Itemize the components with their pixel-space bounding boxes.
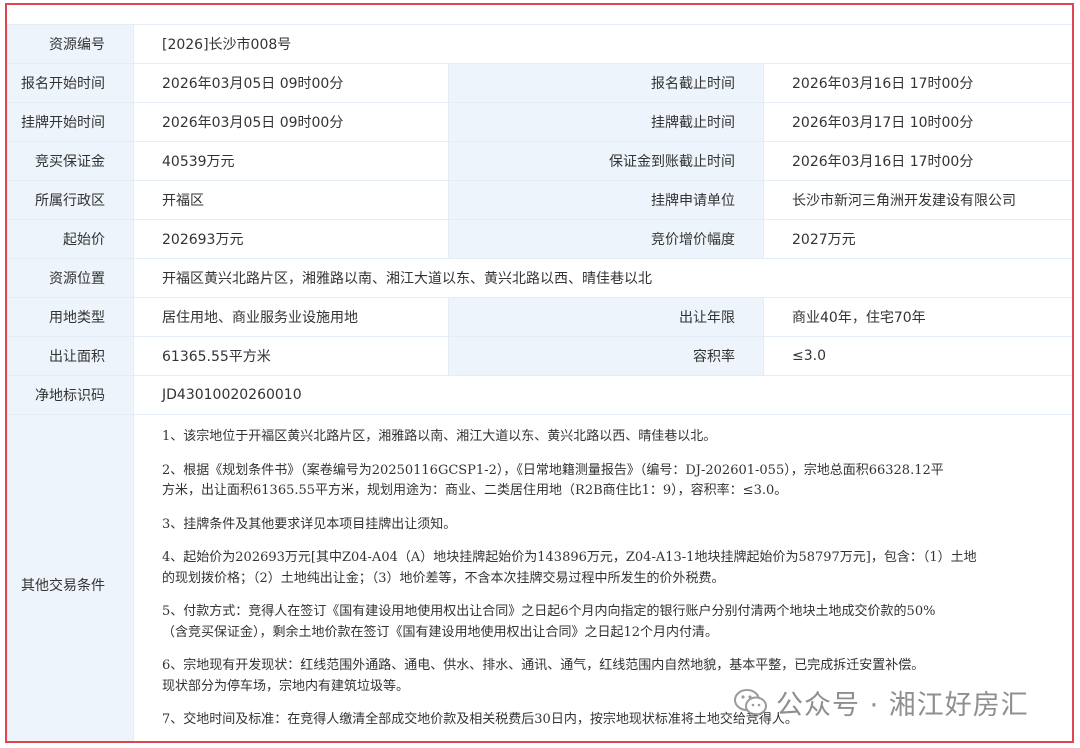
value-term: 商业40年，住宅70年: [762, 297, 1072, 337]
label-land-type: 用地类型: [7, 297, 134, 337]
conditions-list: 1、该宗地位于开福区黄兴北路片区，湘雅路以南、湘江大道以东、黄兴北路以西、晴佳巷…: [132, 414, 1072, 741]
label-district: 所属行政区: [7, 180, 134, 220]
label-other-conditions: 其他交易条件: [7, 414, 134, 741]
label-area: 出让面积: [7, 336, 134, 376]
row-location: 资源位置 开福区黄兴北路片区，湘雅路以南、湘江大道以东、黄兴北路以西、晴佳巷以北: [7, 258, 1072, 298]
condition-item: 6、宗地现有开发现状：红线范围外通路、通电、供水、排水、通讯、通气，红线范围内自…: [162, 658, 925, 694]
value-district: 开福区: [133, 180, 449, 220]
value-list-end: 2026年03月17日 10时00分: [762, 102, 1072, 142]
label-increment: 竞价增价幅度: [448, 219, 764, 259]
label-land-id: 净地标识码: [7, 375, 134, 415]
label-deposit: 竞买保证金: [7, 141, 134, 181]
label-resource-no: 资源编号: [7, 24, 134, 64]
value-location: 开福区黄兴北路片区，湘雅路以南、湘江大道以东、黄兴北路以西、晴佳巷以北: [132, 258, 1072, 298]
value-reg-start: 2026年03月05日 09时00分: [133, 63, 449, 103]
row-land-id: 净地标识码 JD43010020260010: [7, 375, 1072, 415]
condition-item: 3、挂牌条件及其他要求详见本项目挂牌出让须知。: [162, 516, 457, 532]
value-deposit-deadline: 2026年03月16日 17时00分: [762, 141, 1072, 181]
value-land-type: 居住用地、商业服务业设施用地: [133, 297, 449, 337]
label-location: 资源位置: [7, 258, 134, 298]
condition-item: 7、交地时间及标准：在竞得人缴清全部成交地价款及相关税费后30日内，按宗地现状标…: [162, 712, 798, 727]
row-area: 出让面积 61365.55平方米 容积率 ≤3.0: [7, 336, 1072, 376]
value-increment: 2027万元: [762, 219, 1072, 259]
label-far: 容积率: [448, 336, 764, 376]
value-area: 61365.55平方米: [133, 336, 449, 376]
value-far: ≤3.0: [762, 336, 1072, 376]
value-list-start: 2026年03月05日 09时00分: [133, 102, 449, 142]
row-price: 起始价 202693万元 竞价增价幅度 2027万元: [7, 219, 1072, 259]
land-info-table: 资源编号 [2026]长沙市008号 报名开始时间 2026年03月05日 09…: [7, 24, 1072, 741]
row-listing: 挂牌开始时间 2026年03月05日 09时00分 挂牌截止时间 2026年03…: [7, 102, 1072, 142]
row-deposit: 竞买保证金 40539万元 保证金到账截止时间 2026年03月16日 17时0…: [7, 141, 1072, 181]
row-land-type: 用地类型 居住用地、商业服务业设施用地 出让年限 商业40年，住宅70年: [7, 297, 1072, 337]
label-term: 出让年限: [448, 297, 764, 337]
label-start-price: 起始价: [7, 219, 134, 259]
row-district: 所属行政区 开福区 挂牌申请单位 长沙市新河三角洲开发建设有限公司: [7, 180, 1072, 220]
label-applicant: 挂牌申请单位: [448, 180, 764, 220]
value-applicant: 长沙市新河三角洲开发建设有限公司: [762, 180, 1072, 220]
row-other-conditions: 其他交易条件 1、该宗地位于开福区黄兴北路片区，湘雅路以南、湘江大道以东、黄兴北…: [7, 414, 1072, 741]
value-start-price: 202693万元: [133, 219, 449, 259]
land-info-panel: 资源编号 [2026]长沙市008号 报名开始时间 2026年03月05日 09…: [5, 3, 1074, 743]
label-reg-end: 报名截止时间: [448, 63, 764, 103]
condition-item: 1、该宗地位于开福区黄兴北路片区，湘雅路以南、湘江大道以东、黄兴北路以西、晴佳巷…: [162, 429, 717, 444]
value-reg-end: 2026年03月16日 17时00分: [762, 63, 1072, 103]
condition-item: 4、起始价为202693万元[其中Z04-A04（A）地块挂牌起始价为14389…: [162, 550, 977, 586]
value-deposit: 40539万元: [133, 141, 449, 181]
row-resource-no: 资源编号 [2026]长沙市008号: [7, 24, 1072, 64]
row-registration: 报名开始时间 2026年03月05日 09时00分 报名截止时间 2026年03…: [7, 63, 1072, 103]
value-land-id: JD43010020260010: [132, 375, 1072, 415]
condition-item: 2、根据《规划条件书》（案卷编号为20250116GCSP1-2），《日常地籍测…: [162, 462, 944, 499]
condition-item: 5、付款方式：竞得人在签订《国有建设用地使用权出让合同》之日起6个月内向指定的银…: [162, 604, 936, 640]
label-list-start: 挂牌开始时间: [7, 102, 134, 142]
label-deposit-deadline: 保证金到账截止时间: [448, 141, 764, 181]
label-reg-start: 报名开始时间: [7, 63, 134, 103]
value-resource-no: [2026]长沙市008号: [132, 24, 1072, 64]
label-list-end: 挂牌截止时间: [448, 102, 764, 142]
